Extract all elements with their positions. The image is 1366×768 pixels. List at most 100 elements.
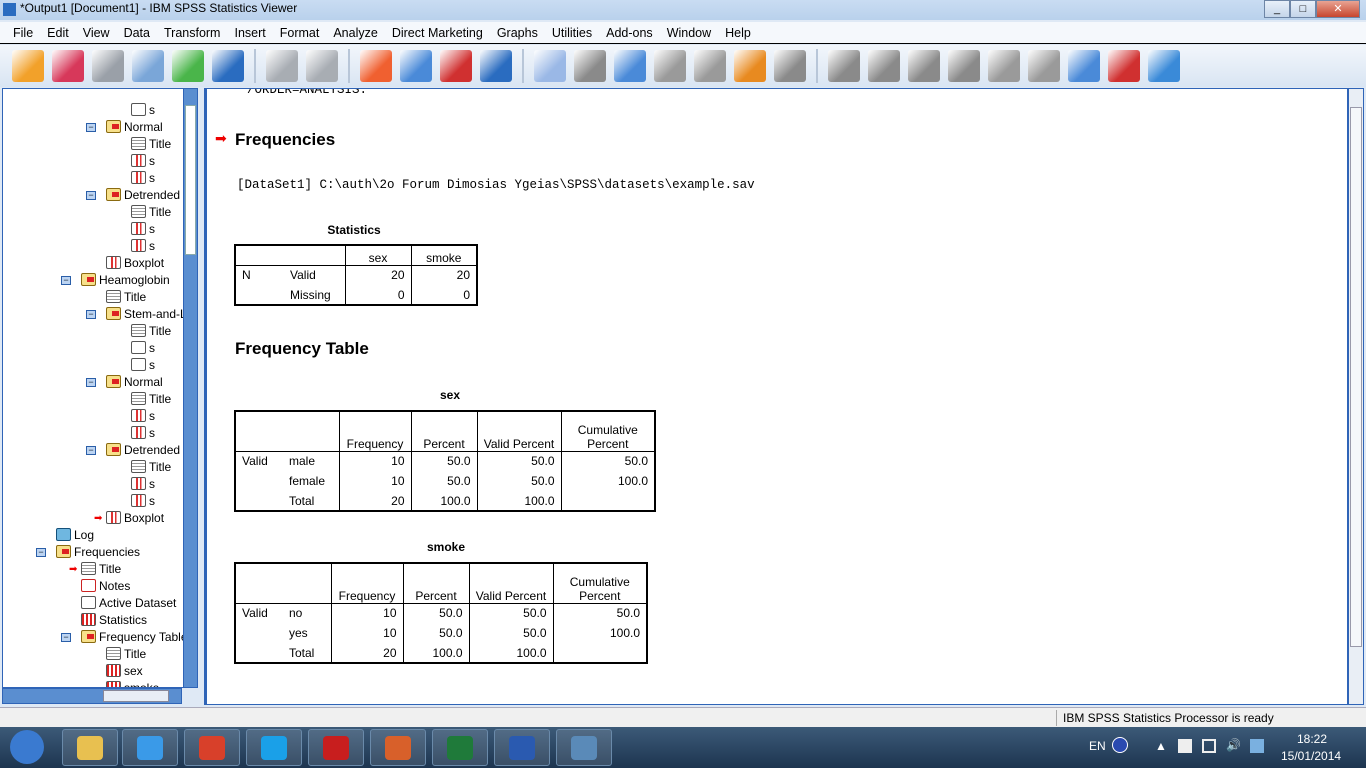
collapse-node-button[interactable]: −	[86, 446, 96, 455]
excel-taskbar-button[interactable]	[432, 729, 488, 766]
tree-node[interactable]: s	[131, 153, 155, 170]
tree-node[interactable]: ➡ Boxplot	[94, 510, 164, 527]
menu-direct-marketing[interactable]: Direct Marketing	[385, 22, 490, 43]
skype-taskbar-button[interactable]	[246, 729, 302, 766]
open-folder-icon[interactable]	[12, 50, 44, 82]
tree-node[interactable]: Title	[131, 323, 171, 340]
collapse-node-button[interactable]: −	[86, 191, 96, 200]
collapse-node-button[interactable]: −	[86, 123, 96, 132]
print-icon[interactable]	[92, 50, 124, 82]
show-all-variables-icon[interactable]	[574, 50, 606, 82]
internet-explorer-taskbar-button[interactable]	[122, 729, 178, 766]
goto-variable-icon[interactable]	[440, 50, 472, 82]
powerpoint-taskbar-button[interactable]	[370, 729, 426, 766]
insert-text-icon[interactable]	[1148, 50, 1180, 82]
collapse-node-button[interactable]: −	[86, 378, 96, 387]
tree-node[interactable]: Title	[106, 646, 146, 663]
tree-node[interactable]: s	[131, 102, 155, 119]
menu-utilities[interactable]: Utilities	[545, 22, 599, 43]
insert-heading-icon[interactable]	[1068, 50, 1100, 82]
save-icon[interactable]	[52, 50, 84, 82]
clock-date[interactable]: 15/01/2014	[1281, 749, 1341, 763]
tree-node[interactable]: ➡ Title	[69, 561, 121, 578]
clock-time[interactable]: 18:22	[1297, 732, 1327, 746]
tree-node[interactable]: Boxplot	[106, 255, 164, 272]
collapse-node-button[interactable]: −	[36, 548, 46, 557]
goto-case-icon[interactable]	[400, 50, 432, 82]
menu-help[interactable]: Help	[718, 22, 758, 43]
outline-tree[interactable]: s − Normal Title s s − Detrended Title s s Boxplot −…	[2, 88, 184, 688]
tree-node[interactable]: Log	[56, 527, 94, 544]
menu-add-ons[interactable]: Add-ons	[599, 22, 660, 43]
tree-horizontal-scrollbar[interactable]	[2, 688, 182, 704]
menu-transform[interactable]: Transform	[157, 22, 228, 43]
scroll-thumb[interactable]	[185, 105, 196, 255]
arrow-right-icon[interactable]	[868, 50, 900, 82]
menu-analyze[interactable]: Analyze	[326, 22, 384, 43]
tree-node[interactable]: Detrended	[106, 187, 180, 204]
expand-plus-icon[interactable]	[908, 50, 940, 82]
tree-node[interactable]: Frequencies	[56, 544, 140, 561]
hide-icon[interactable]	[1028, 50, 1060, 82]
tree-node[interactable]: Stem-and-Leaf	[106, 306, 183, 323]
tree-node[interactable]: Title	[106, 289, 146, 306]
menu-edit[interactable]: Edit	[40, 22, 76, 43]
menu-graphs[interactable]: Graphs	[490, 22, 545, 43]
tree-node[interactable]: Title	[131, 459, 171, 476]
start-orb-taskbar-button[interactable]	[4, 729, 60, 766]
acrobat-taskbar-button[interactable]	[308, 729, 364, 766]
collapse-node-button[interactable]: −	[86, 310, 96, 319]
spss-taskbar-button[interactable]	[556, 729, 612, 766]
menu-data[interactable]: Data	[117, 22, 157, 43]
tree-node[interactable]: Notes	[81, 578, 130, 595]
insert-title-icon[interactable]	[1108, 50, 1140, 82]
print-preview-icon[interactable]	[132, 50, 164, 82]
show-icon[interactable]	[988, 50, 1020, 82]
export-icon[interactable]	[172, 50, 204, 82]
collapse-minus-icon[interactable]	[948, 50, 980, 82]
tree-node[interactable]: Frequency Table	[81, 629, 183, 646]
tree-node[interactable]: s	[131, 408, 155, 425]
collapse-node-button[interactable]: −	[61, 276, 71, 285]
scroll-thumb[interactable]	[1350, 107, 1362, 647]
tree-node[interactable]: s	[131, 238, 155, 255]
menu-format[interactable]: Format	[273, 22, 327, 43]
tree-node[interactable]: s	[131, 476, 155, 493]
tree-node[interactable]: Detrended	[106, 442, 180, 459]
chrome-taskbar-button[interactable]	[184, 729, 240, 766]
action-center-flag-icon[interactable]	[1178, 739, 1192, 753]
promote-icon[interactable]	[654, 50, 686, 82]
volume-icon[interactable]: 🔊	[1226, 738, 1241, 752]
tree-node[interactable]: s	[131, 493, 155, 510]
tree-node[interactable]: sex	[106, 663, 143, 680]
scroll-thumb[interactable]	[103, 690, 169, 702]
help-icon[interactable]	[1112, 737, 1128, 753]
tree-node[interactable]: s	[131, 340, 155, 357]
select-last-output-icon[interactable]	[774, 50, 806, 82]
tree-node[interactable]: Title	[131, 204, 171, 221]
tree-node[interactable]: Normal	[106, 374, 163, 391]
tree-node[interactable]: s	[131, 425, 155, 442]
network-icon[interactable]	[1202, 739, 1216, 753]
use-sets-icon[interactable]	[534, 50, 566, 82]
designate-window-icon[interactable]	[694, 50, 726, 82]
menu-file[interactable]: File	[6, 22, 40, 43]
menu-window[interactable]: Window	[660, 22, 718, 43]
minimize-button[interactable]: _	[1264, 0, 1290, 18]
tree-node[interactable]: Heamoglobin	[81, 272, 170, 289]
output-vertical-scrollbar[interactable]	[1348, 88, 1364, 705]
close-button[interactable]: ✕	[1316, 0, 1360, 18]
collapse-node-button[interactable]: −	[61, 633, 71, 642]
menu-view[interactable]: View	[76, 22, 117, 43]
arrow-left-icon[interactable]	[828, 50, 860, 82]
redo-icon[interactable]	[306, 50, 338, 82]
maximize-button[interactable]: □	[1290, 0, 1316, 18]
dropbox-icon[interactable]	[1250, 739, 1264, 753]
variables-icon[interactable]	[480, 50, 512, 82]
menu-insert[interactable]: Insert	[227, 22, 272, 43]
tree-node[interactable]: s	[131, 357, 155, 374]
tree-vertical-scrollbar[interactable]	[183, 88, 198, 688]
tree-node[interactable]: Statistics	[81, 612, 147, 629]
tree-node[interactable]: Normal	[106, 119, 163, 136]
word-taskbar-button[interactable]	[494, 729, 550, 766]
